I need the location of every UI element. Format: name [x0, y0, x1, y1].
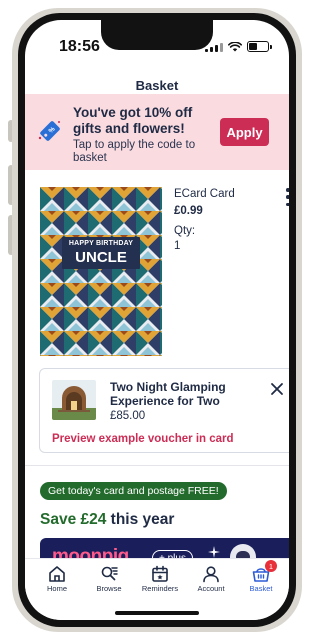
tab-account[interactable]: Account: [186, 565, 236, 593]
save-headline: Save £24 this year: [40, 511, 174, 529]
preview-voucher-link[interactable]: Preview example voucher in card: [52, 433, 234, 445]
tab-home[interactable]: Home: [32, 565, 82, 593]
account-icon: [203, 566, 219, 583]
gift-thumbnail: [52, 380, 96, 420]
free-offer-pill: Get today's card and postage FREE!: [40, 482, 227, 500]
card-text-line1: HAPPY BIRTHDAY: [68, 240, 134, 247]
gift-title: Two Night Glamping Experience for Two: [110, 380, 226, 408]
status-time: 18:56: [59, 38, 100, 55]
screen: 18:56 Basket % You've got 10% off gifts …: [25, 20, 289, 620]
browse-icon: [101, 566, 118, 581]
promo-subtitle: Tap to apply the code to basket: [73, 139, 196, 164]
more-options-icon[interactable]: [285, 188, 289, 206]
tab-basket[interactable]: 1 Basket: [236, 560, 286, 593]
home-icon: [49, 566, 65, 582]
save-amount: Save £24: [40, 511, 107, 528]
battery-icon: [247, 41, 272, 52]
promo-banner[interactable]: % You've got 10% off gifts and flowers! …: [25, 94, 289, 170]
signal-icon: [205, 42, 223, 52]
apply-button[interactable]: Apply: [220, 118, 269, 146]
tab-label: Browse: [96, 584, 122, 593]
notch: [101, 20, 213, 50]
card-info: ECard Card £0.99 Qty: 1: [174, 187, 254, 254]
gift-tag-icon: %: [38, 121, 60, 141]
phone-device: 18:56 Basket % You've got 10% off gifts …: [0, 0, 311, 637]
qty-value[interactable]: 1: [174, 239, 254, 254]
card-artwork: [40, 187, 162, 356]
qty-label: Qty:: [174, 225, 196, 237]
page-title: Basket: [135, 78, 179, 93]
wifi-icon: [228, 41, 242, 51]
glamping-pod-image: [52, 380, 96, 420]
tab-label: Basket: [249, 584, 273, 593]
save-suffix: this year: [106, 511, 175, 528]
tab-label: Home: [46, 584, 67, 593]
calendar-icon: [152, 565, 168, 582]
tab-label: Account: [197, 584, 225, 593]
status-bar: 18:56: [25, 20, 289, 72]
close-icon[interactable]: [270, 382, 284, 396]
tab-browse[interactable]: Browse: [84, 565, 134, 593]
gift-item: Two Night Glamping Experience for Two £8…: [39, 368, 289, 453]
card-name: ECard Card: [174, 188, 235, 200]
tab-label: Reminders: [141, 584, 179, 593]
sparkle-icon: [208, 546, 220, 558]
home-indicator: [115, 611, 199, 615]
divider: [25, 465, 289, 466]
gift-price: £85.00: [110, 410, 146, 422]
card-thumbnail[interactable]: HAPPY BIRTHDAY UNCLE: [40, 187, 162, 356]
tab-reminders[interactable]: Reminders: [135, 565, 185, 593]
promo-title: You've got 10% off gifts and flowers!: [73, 105, 193, 136]
tab-bar: Home Browse Reminders Account 1 Basket: [25, 558, 289, 620]
card-text-line2: UNCLE: [75, 249, 127, 266]
basket-count-badge: 1: [265, 560, 277, 572]
card-price: £0.99: [174, 205, 203, 217]
status-icons: [205, 41, 272, 52]
